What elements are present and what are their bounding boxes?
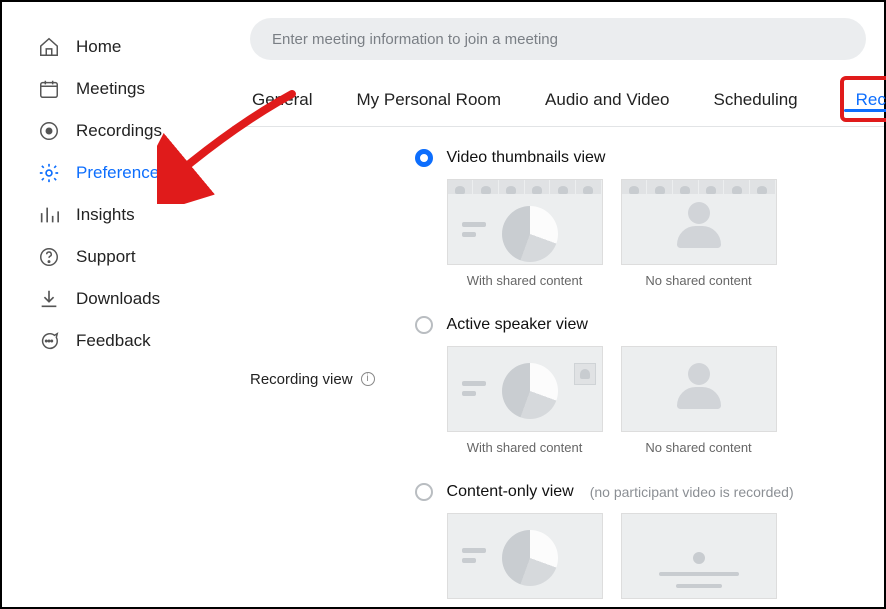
sidebar-item-downloads[interactable]: Downloads (2, 278, 232, 320)
option-note: (no participant video is recorded) (590, 484, 794, 500)
option-title: Video thumbnails view (447, 149, 606, 167)
recording-view-label: Recording view i (250, 149, 375, 607)
main-panel: Enter meeting information to join a meet… (232, 2, 884, 607)
sidebar-item-label: Recordings (76, 121, 162, 141)
recording-option-content-only[interactable]: Content-only view (no participant video … (415, 483, 866, 607)
preview-with-shared-content: With shared content (447, 179, 603, 288)
recording-option-video-thumbnails[interactable]: Video thumbnails view With shared conten… (415, 149, 866, 288)
record-icon (38, 120, 60, 142)
radio-active-speaker[interactable] (415, 316, 433, 334)
sidebar: Home Meetings Recordings Preferences Ins… (2, 2, 232, 607)
preview-with-shared-content: With shared content (447, 513, 603, 607)
sidebar-item-label: Feedback (76, 331, 151, 351)
preview-no-shared-content: No shared content (621, 179, 777, 288)
preview-no-shared-content: No shared content (621, 346, 777, 455)
sidebar-item-label: Insights (76, 205, 135, 225)
search-placeholder: Enter meeting information to join a meet… (272, 31, 558, 48)
radio-video-thumbnails[interactable] (415, 149, 433, 167)
chat-icon (38, 330, 60, 352)
sidebar-item-recordings[interactable]: Recordings (2, 110, 232, 152)
home-icon (38, 36, 60, 58)
preview-no-shared-content: No shared content (621, 513, 777, 607)
gear-icon (38, 162, 60, 184)
sidebar-item-home[interactable]: Home (2, 26, 232, 68)
info-icon[interactable]: i (361, 372, 375, 386)
preview-with-shared-content: With shared content (447, 346, 603, 455)
tab-my-personal-room[interactable]: My Personal Room (354, 72, 503, 126)
tab-scheduling[interactable]: Scheduling (712, 72, 800, 126)
tab-audio-and-video[interactable]: Audio and Video (543, 72, 671, 126)
sidebar-item-label: Preferences (76, 163, 168, 183)
sidebar-item-label: Downloads (76, 289, 160, 309)
download-icon (38, 288, 60, 310)
sidebar-item-insights[interactable]: Insights (2, 194, 232, 236)
sidebar-item-preferences[interactable]: Preferences (2, 152, 232, 194)
sidebar-item-meetings[interactable]: Meetings (2, 68, 232, 110)
help-icon (38, 246, 60, 268)
sidebar-item-label: Home (76, 37, 121, 57)
sidebar-item-label: Support (76, 247, 136, 267)
tab-recording[interactable]: Recording (840, 76, 886, 122)
bar-chart-icon (38, 204, 60, 226)
tab-general[interactable]: General (250, 72, 314, 126)
recording-option-active-speaker[interactable]: Active speaker view With shared content (415, 316, 866, 455)
sidebar-item-label: Meetings (76, 79, 145, 99)
sidebar-item-feedback[interactable]: Feedback (2, 320, 232, 362)
search-input[interactable]: Enter meeting information to join a meet… (250, 18, 866, 60)
option-title: Content-only view (447, 483, 574, 501)
preferences-tabs: General My Personal Room Audio and Video… (232, 72, 884, 127)
sidebar-item-support[interactable]: Support (2, 236, 232, 278)
option-title: Active speaker view (447, 316, 588, 334)
radio-content-only[interactable] (415, 483, 433, 501)
calendar-icon (38, 78, 60, 100)
